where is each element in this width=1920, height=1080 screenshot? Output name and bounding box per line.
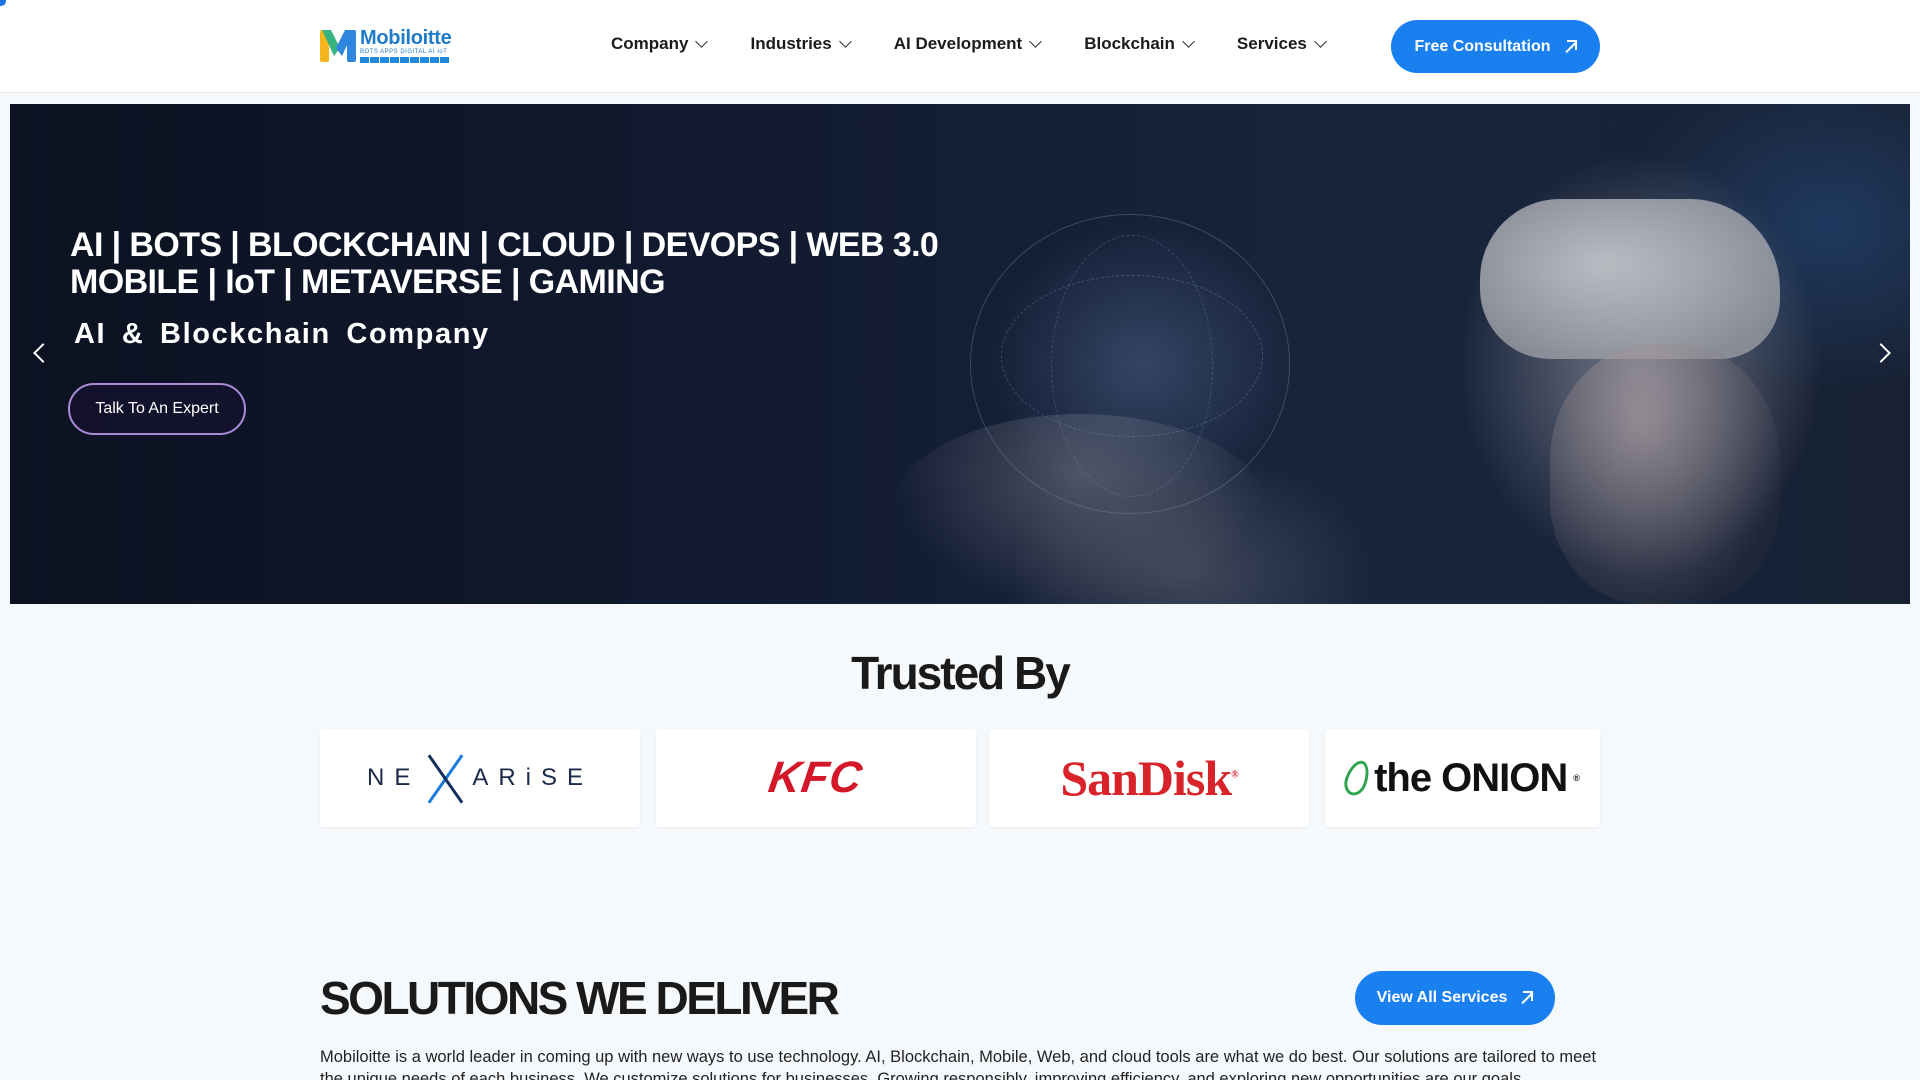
carousel-prev-button[interactable] xyxy=(26,336,54,372)
mobiloitte-logo[interactable]: Mobiloitte BOTS APPS DIGITAL AI IoT xyxy=(320,26,452,64)
corner-indicator xyxy=(0,0,6,6)
nav-services-label: Services xyxy=(1236,34,1307,53)
free-consultation-button[interactable]: Free Consultation xyxy=(1391,20,1600,73)
nav-services[interactable]: Services xyxy=(1236,34,1327,54)
view-all-services-button[interactable]: View All Services xyxy=(1355,971,1555,1025)
logo-m-icon xyxy=(320,26,356,64)
solutions-description: Mobiloitte is a world leader in coming u… xyxy=(320,1048,1597,1080)
chevron-down-icon xyxy=(1313,35,1327,48)
nav-blockchain-label: Blockchain xyxy=(1084,34,1175,53)
logo-blocks xyxy=(360,56,451,63)
hero-title: AI | BOTS | BLOCKCHAIN | CLOUD | DEVOPS … xyxy=(70,226,939,301)
chevron-down-icon xyxy=(695,35,709,48)
kfc-logo: KFC xyxy=(765,753,867,802)
hero-banner: AI | BOTS | BLOCKCHAIN | CLOUD | DEVOPS … xyxy=(10,104,1910,604)
nav-ai-development-label: AI Development xyxy=(893,34,1023,53)
nav-ai-development[interactable]: AI Development xyxy=(893,34,1043,54)
the-onion-logo: the ONION ® xyxy=(1340,755,1580,801)
nexarise-logo-right: ARiSE xyxy=(472,764,594,791)
nexarise-logo: NE ARiSE xyxy=(367,752,593,804)
sandisk-logo-text: SanDisk xyxy=(1060,750,1232,806)
chevron-left-icon xyxy=(33,343,53,363)
hero-title-line-1: AI | BOTS | BLOCKCHAIN | CLOUD | DEVOPS … xyxy=(70,226,939,264)
chevron-down-icon xyxy=(1182,35,1195,48)
hero-subtitle: AI & Blockchain Company xyxy=(74,318,490,350)
nexarise-logo-left: NE xyxy=(366,764,421,791)
client-logo-the-onion: the ONION ® xyxy=(1325,729,1600,827)
sandisk-logo: SanDisk® xyxy=(1060,750,1238,806)
the-onion-logo-text: the ONION xyxy=(1374,755,1568,800)
arrow-up-right-icon xyxy=(1563,39,1577,54)
hero-overlay xyxy=(10,104,1910,604)
nav-blockchain[interactable]: Blockchain xyxy=(1084,34,1195,54)
onion-leaf-icon xyxy=(1340,757,1374,799)
talk-to-expert-button[interactable]: Talk To An Expert xyxy=(68,383,246,435)
chevron-right-icon xyxy=(1871,343,1891,363)
trusted-by-title: Trusted By xyxy=(851,647,1071,699)
nexarise-x-icon xyxy=(426,752,466,804)
nav-industries[interactable]: Industries xyxy=(750,34,852,54)
arrow-up-right-icon xyxy=(1519,991,1534,1005)
site-header: Mobiloitte BOTS APPS DIGITAL AI IoT Comp… xyxy=(0,0,1920,93)
chevron-down-icon xyxy=(1029,35,1043,48)
client-logo-kfc: KFC xyxy=(656,729,976,827)
carousel-next-button[interactable] xyxy=(1871,336,1900,372)
view-all-services-label: View All Services xyxy=(1376,989,1508,1006)
solutions-title: SOLUTIONS WE DELIVER xyxy=(320,972,840,1024)
hero-title-line-2: MOBILE | IoT | METAVERSE | GAMING xyxy=(70,263,666,301)
nav-industries-label: Industries xyxy=(750,34,832,53)
main-nav: Company Industries AI Development Blockc… xyxy=(611,34,1327,54)
client-logo-nexarise: NE ARiSE xyxy=(320,729,640,827)
logo-name: Mobiloitte xyxy=(360,26,452,49)
client-logo-sandisk: SanDisk® xyxy=(989,729,1309,827)
nav-company[interactable]: Company xyxy=(611,34,709,54)
free-consultation-label: Free Consultation xyxy=(1414,37,1551,55)
chevron-down-icon xyxy=(838,35,852,48)
logo-tagline: BOTS APPS DIGITAL AI IoT xyxy=(360,48,448,55)
nav-company-label: Company xyxy=(611,34,689,53)
logo-text: Mobiloitte BOTS APPS DIGITAL AI IoT xyxy=(360,26,452,63)
